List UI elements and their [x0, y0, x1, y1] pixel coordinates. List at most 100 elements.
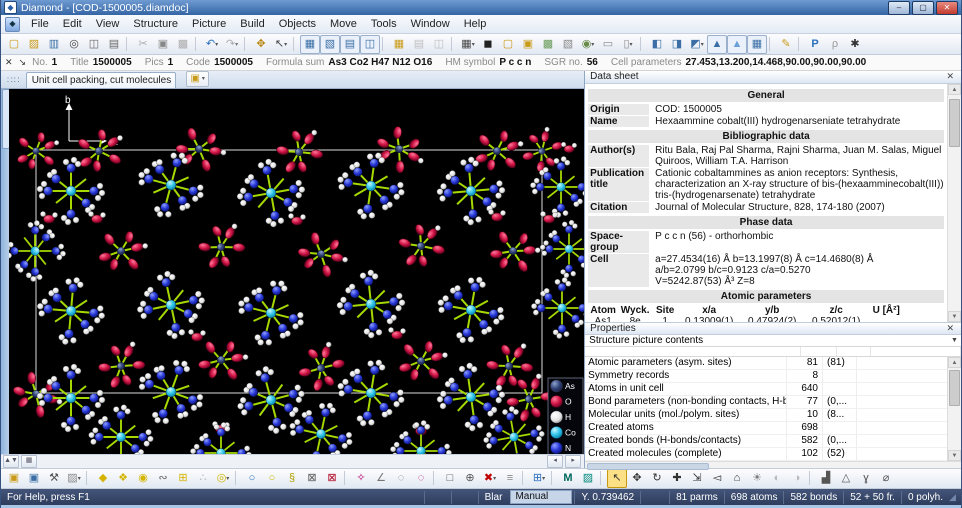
property-row[interactable]: Created bonds (H-bonds/contacts) 582 (0,…: [585, 435, 947, 448]
undo-icon[interactable]: ↶ ▾: [202, 35, 222, 54]
distances-table-icon[interactable]: ▤: [409, 35, 429, 54]
menu-item[interactable]: Tools: [364, 16, 404, 32]
manual-mode-box[interactable]: Manual: [510, 490, 572, 504]
coordination-sphere-icon[interactable]: ○: [242, 469, 262, 488]
data-grid-icon[interactable]: ▦: [747, 35, 767, 54]
viewport-vertical-scrollbar[interactable]: [1, 89, 9, 454]
tab-grip-icon[interactable]: ∷∷: [3, 75, 26, 88]
structure-canvas[interactable]: b a: [9, 89, 584, 454]
separator[interactable]: [382, 37, 387, 51]
data-sheet-icon[interactable]: ▦: [389, 35, 409, 54]
zoom-tool-icon[interactable]: ⇲: [687, 469, 707, 488]
scroll-right-button[interactable]: ▸: [565, 455, 581, 468]
connectivity-icon[interactable]: ∾: [153, 469, 173, 488]
properties-header[interactable]: Properties ✕: [585, 323, 961, 335]
close-structure-icon[interactable]: ✕: [5, 57, 13, 68]
document-icon[interactable]: ◆: [5, 17, 20, 32]
rotate-tool-icon[interactable]: ↻: [647, 469, 667, 488]
ring-search-icon[interactable]: ○: [262, 469, 282, 488]
separator[interactable]: [798, 37, 803, 51]
separator[interactable]: [551, 471, 556, 485]
picture-split-icon[interactable]: ◫: [360, 35, 380, 54]
separator[interactable]: [769, 37, 774, 51]
destroy-red-icon[interactable]: ⊠: [322, 469, 342, 488]
spin-icon[interactable]: ☀: [747, 469, 767, 488]
close-icon[interactable]: ✕: [944, 71, 956, 82]
measure-icon[interactable]: M: [558, 469, 578, 488]
new-picture-icon[interactable]: ▢: [498, 35, 518, 54]
menu-item[interactable]: Structure: [126, 16, 185, 32]
menu-item[interactable]: Build: [233, 16, 271, 32]
structure-drawing[interactable]: b a: [9, 89, 584, 454]
scroll-up-icon[interactable]: ▲: [948, 84, 961, 95]
separator[interactable]: [293, 37, 298, 51]
copy-icon[interactable]: ▣: [153, 35, 173, 54]
copy-structure-icon[interactable]: ▣: [24, 469, 44, 488]
pan-icon[interactable]: ✥: [251, 35, 271, 54]
create-bond-icon[interactable]: ✧: [351, 469, 371, 488]
pointer-tool-icon[interactable]: ↖: [607, 469, 627, 488]
separator[interactable]: [244, 37, 249, 51]
scrollbar-thumb[interactable]: [587, 463, 709, 470]
measure-angle-icon[interactable]: ∠: [371, 469, 391, 488]
packing-icon[interactable]: ❖: [113, 469, 133, 488]
record-icon[interactable]: ✱: [845, 35, 865, 54]
print-icon[interactable]: ▤: [104, 35, 124, 54]
move-tool-icon[interactable]: ✥: [627, 469, 647, 488]
separator[interactable]: [522, 471, 527, 485]
data-sheet-header[interactable]: Data sheet ✕: [585, 71, 961, 84]
histogram-icon[interactable]: ▟: [816, 469, 836, 488]
destroy-grid-icon[interactable]: ⊠: [302, 469, 322, 488]
property-row[interactable]: Atoms in unit cell 640: [585, 383, 947, 396]
triangle-plot-icon[interactable]: △: [836, 469, 856, 488]
select-mode-icon[interactable]: ↖ ▾: [271, 35, 291, 54]
maximize-button[interactable]: ▢: [912, 1, 934, 15]
pane-datasheet-icon[interactable]: ◧: [647, 35, 667, 54]
title-bar[interactable]: ◆ Diamond - [COD-1500005.diamdoc] – ▢ ✕: [1, 0, 961, 15]
separator[interactable]: [344, 471, 349, 485]
anim-walk-icon[interactable]: ◐: [767, 469, 787, 488]
black-background-icon[interactable]: ◼: [478, 35, 498, 54]
redo-icon[interactable]: ↷ ▾: [222, 35, 242, 54]
export-icon[interactable]: ▭: [598, 35, 618, 54]
pane-properties-icon[interactable]: ◩ ▾: [687, 35, 707, 54]
filter-atoms-icon[interactable]: ◎ ▾: [213, 469, 233, 488]
viewport-horizontal-scrollbar[interactable]: ▲▼ ▦ ◂ ▸: [1, 454, 584, 468]
property-row[interactable]: Symmetry records 8: [585, 370, 947, 383]
broken-molecules-icon[interactable]: ∴: [193, 469, 213, 488]
anim-fly-icon[interactable]: ◑: [787, 469, 807, 488]
properties-selector[interactable]: Structure picture contents ▼: [585, 335, 961, 347]
table-layout-icon[interactable]: ▦ ▾: [458, 35, 478, 54]
separator[interactable]: [600, 471, 605, 485]
data-sheet-scrollbar[interactable]: ▲ ▼: [947, 84, 961, 322]
build-icon[interactable]: ⚒: [44, 469, 64, 488]
pane-navigation-icon[interactable]: ◨: [667, 35, 687, 54]
cut-icon[interactable]: ✂: [133, 35, 153, 54]
picture-video-icon[interactable]: ▧: [320, 35, 340, 54]
structure-window-icon[interactable]: ▣: [4, 469, 24, 488]
menu-item[interactable]: Window: [404, 16, 457, 32]
separator[interactable]: [433, 471, 438, 485]
menu-item[interactable]: File: [24, 16, 56, 32]
property-row[interactable]: Created atoms 698: [585, 422, 947, 435]
separator[interactable]: [195, 37, 200, 51]
property-row[interactable]: Molecular units (mol./polym. sites) 10 (…: [585, 409, 947, 422]
diameter-icon[interactable]: ⌀: [876, 469, 896, 488]
copy-picture-icon[interactable]: ▣: [518, 35, 538, 54]
diffraction-chart-icon[interactable]: ▲: [707, 35, 727, 54]
scrollbar-thumb[interactable]: [949, 370, 960, 406]
powder-chart-icon[interactable]: ▲: [727, 35, 747, 54]
paste-icon[interactable]: ▩: [173, 35, 193, 54]
photo-mode-icon[interactable]: ◉ ▾: [578, 35, 598, 54]
gamma-plot-icon[interactable]: ɣ: [856, 469, 876, 488]
assistant-icon[interactable]: ✎: [776, 35, 796, 54]
origin-icon[interactable]: ⊕: [460, 469, 480, 488]
separator[interactable]: [451, 37, 456, 51]
separator[interactable]: [86, 471, 91, 485]
separator[interactable]: [126, 37, 131, 51]
rho-calc-icon[interactable]: ρ: [825, 35, 845, 54]
picture-file-icon[interactable]: ▧: [558, 35, 578, 54]
properties-scrollbar[interactable]: ▲ ▼: [947, 357, 961, 461]
save-icon[interactable]: ▥: [44, 35, 64, 54]
color-scheme-icon[interactable]: ⊞ ▾: [529, 469, 549, 488]
